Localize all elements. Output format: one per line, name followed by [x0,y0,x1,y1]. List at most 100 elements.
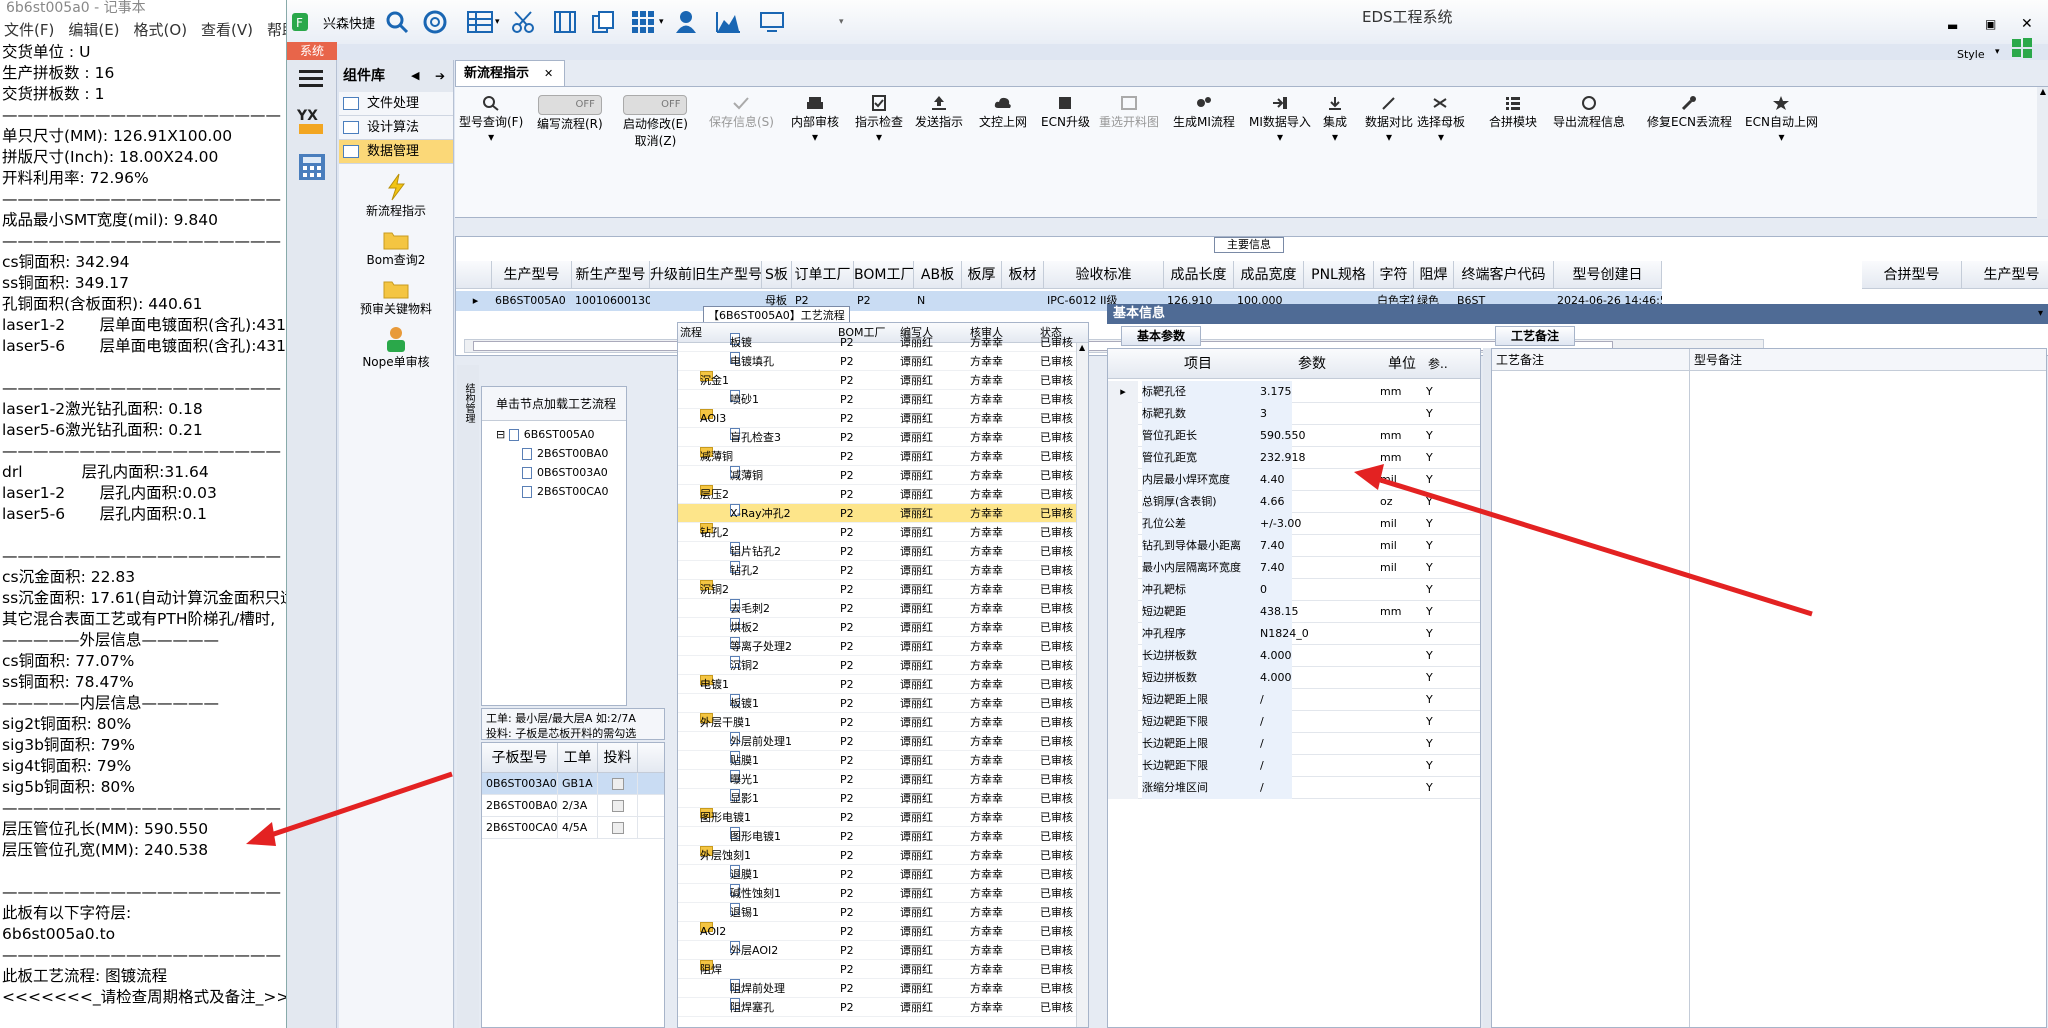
ribbon-save-info[interactable]: 保存信息(S) [709,95,774,130]
grid-cell[interactable]: 10010600130433 [572,291,650,311]
tool-nope-review[interactable]: Nope单审核 [339,325,453,370]
restore-icon[interactable]: ▣ [1985,10,1996,38]
flow-row[interactable]: 盲孔检查3 P2 谭丽红 方幸幸 已审核 [678,428,1088,447]
param-row[interactable]: 管位孔距长 590.550 mm Y [1108,425,1480,447]
grid-header[interactable]: S板 [762,261,792,289]
monitor-icon[interactable] [759,8,785,36]
ribbon-ecn-auto[interactable]: ECN自动上网 ▾ [1745,95,1818,144]
param-row[interactable]: 长边靶距下限 / Y [1108,755,1480,777]
tool-bom-query[interactable]: Bom查询2 [339,227,453,268]
lifebuoy-icon[interactable] [423,8,447,36]
minimize-icon[interactable]: ▬ [1947,12,1958,40]
ribbon-data-compare[interactable]: 数据对比 ▾ [1365,95,1413,144]
flow-row[interactable]: 板镀1 P2 谭丽红 方幸幸 已审核 [678,694,1088,713]
param-row[interactable]: 标靶孔数 3 Y [1108,403,1480,425]
menu-edit[interactable]: 编辑(E) [68,18,119,42]
ribbon-send-instruction[interactable]: 发送指示 [915,95,963,130]
grid-header[interactable]: PNL规格 [1304,261,1374,289]
system-button[interactable]: 系统 [287,42,337,60]
film-icon[interactable] [553,8,577,36]
ribbon-internal-review[interactable]: 内部审核 ▾ [791,95,839,144]
param-row[interactable]: 短边靶距下限 / Y [1108,711,1480,733]
flow-row[interactable]: X-Ray冲孔2 P2 谭丽红 方幸幸 已审核 [678,504,1088,523]
ribbon-reselect-cut[interactable]: 重选开料图 [1099,95,1159,130]
flow-row[interactable]: ⊟电镀1 P2 谭丽红 方幸幸 已审核 [678,675,1088,694]
grid-header[interactable]: 型号创建日 [1554,261,1662,289]
flow-row[interactable]: 去毛刺2 P2 谭丽红 方幸幸 已审核 [678,599,1088,618]
grid-icon[interactable] [631,8,655,36]
flow-vscroll[interactable]: ▲ [1076,343,1088,1027]
flow-row[interactable]: ⊟沉铜2 P2 谭丽红 方幸幸 已审核 [678,580,1088,599]
table-dropdown-icon[interactable]: ▾ [495,8,500,36]
grid-header[interactable]: 成品宽度 [1234,261,1304,289]
feed-checkbox[interactable] [611,778,624,790]
grid-header[interactable]: AB板 [914,261,962,289]
process-note-input[interactable] [1492,371,1690,1027]
flow-row[interactable]: 外层前处理1 P2 谭丽红 方幸幸 已审核 [678,732,1088,751]
param-row[interactable]: 长边靶距上限 / Y [1108,733,1480,755]
param-row[interactable]: ▸ 标靶孔径 3.175 mm Y [1108,381,1480,403]
pin-icon[interactable]: ➔ [435,60,445,92]
flow-row[interactable]: 烘板2 P2 谭丽红 方幸幸 已审核 [678,618,1088,637]
flow-row[interactable]: 碱性蚀刻1 P2 谭丽红 方幸幸 已审核 [678,884,1088,903]
ribbon-instruction-check[interactable]: 指示检查 ▾ [855,95,903,144]
grid-header[interactable]: BOM工厂 [854,261,914,289]
tab-close-icon[interactable]: ✕ [544,61,553,87]
scissors-icon[interactable] [511,8,535,36]
ribbon-fix-ecn[interactable]: 修复ECN丢流程 [1647,95,1732,130]
param-row[interactable]: 短边靶距上限 / Y [1108,689,1480,711]
yx-logo-icon[interactable]: YX [297,106,327,136]
flow-row[interactable]: ⊟阻焊 P2 谭丽红 方幸幸 已审核 [678,960,1088,979]
table-icon[interactable] [467,8,493,36]
user-icon[interactable] [675,8,697,36]
menu-format[interactable]: 格式(O) [134,18,188,42]
start-modify-toggle[interactable]: OFF [623,95,688,115]
grid-header[interactable]: 升级前旧生产型号 [650,261,762,289]
area-chart-icon[interactable] [715,8,741,36]
grid-header[interactable]: 订单工厂 [792,261,854,289]
flow-row[interactable]: 钻孔2 P2 谭丽红 方幸幸 已审核 [678,561,1088,580]
grid-header[interactable]: 板材 [1002,261,1044,289]
tree-child-node[interactable]: 0B6ST003A0 [496,463,626,482]
comp-tab-file[interactable]: 文件处理 [339,92,453,116]
feed-checkbox[interactable] [611,822,624,834]
param-row[interactable]: 冲孔靶标 0 Y [1108,579,1480,601]
sub-board-row[interactable]: 2B6ST00CA0 4/5A [482,817,664,839]
customize-icon[interactable]: ▾ [839,8,844,36]
grid-header[interactable]: 生产型号 [1962,261,2048,289]
param-row[interactable]: 冲孔程序 N1824_0 Y [1108,623,1480,645]
write-flow-toggle[interactable]: OFF [537,95,602,115]
param-row[interactable]: 管位孔距宽 232.918 mm Y [1108,447,1480,469]
menu-view[interactable]: 查看(V) [201,18,253,42]
flow-row[interactable]: 等离子处理2 P2 谭丽红 方幸幸 已审核 [678,637,1088,656]
tab-process-notes[interactable]: 工艺备注 [1495,326,1575,346]
flow-row[interactable]: ⊟层压2 P2 谭丽红 方幸幸 已审核 [678,485,1088,504]
ribbon-model-query[interactable]: 型号查询(F) ▾ [459,95,523,144]
grid-header[interactable]: 新生产型号 [572,261,650,289]
copy-icon[interactable] [591,8,615,36]
model-note-input[interactable] [1690,371,2046,1027]
menu-file[interactable]: 文件(F) [4,18,54,42]
tree-child-node[interactable]: 2B6ST00BA0 [496,444,626,463]
flow-row[interactable]: 喷砂1 P2 谭丽红 方幸幸 已审核 [678,390,1088,409]
calculator-icon[interactable] [297,152,327,182]
flow-row[interactable]: ⊟图形电镀1 P2 谭丽红 方幸幸 已审核 [678,808,1088,827]
tree-child-node[interactable]: 2B6ST00CA0 [496,482,626,501]
flow-row[interactable]: ⊟外层蚀刻1 P2 谭丽红 方幸幸 已审核 [678,846,1088,865]
ribbon-start-modify[interactable]: OFF 启动修改(E) 取消(Z) [623,95,688,149]
comp-tab-algorithm[interactable]: 设计算法 [339,116,453,140]
sub-board-row[interactable]: 0B6ST003A0 GB1A [482,773,664,795]
tab-basic-params[interactable]: 基本参数 [1121,326,1201,346]
flow-row[interactable]: 曝光1 P2 谭丽红 方幸幸 已审核 [678,770,1088,789]
tab-new-flow[interactable]: 新流程指示 ✕ [455,60,565,86]
param-row[interactable]: 长边拼板数 4.000 Y [1108,645,1480,667]
grid-header[interactable]: 生产型号 [492,261,572,289]
splitter[interactable] [1483,348,1491,1028]
tool-new-flow[interactable]: 新流程指示 [339,172,453,219]
flow-row[interactable]: 阻焊前处理 P2 谭丽红 方幸幸 已审核 [678,979,1088,998]
ribbon-doc-online[interactable]: 文控上网 [979,95,1027,130]
param-row[interactable]: 最小内层隔离环宽度 7.40 mil Y [1108,557,1480,579]
comp-tab-data[interactable]: 数据管理 [339,140,453,164]
param-row[interactable]: 内层最小焊环宽度 4.40 mil Y [1108,469,1480,491]
flow-row[interactable]: ⊟减薄铜 P2 谭丽红 方幸幸 已审核 [678,447,1088,466]
